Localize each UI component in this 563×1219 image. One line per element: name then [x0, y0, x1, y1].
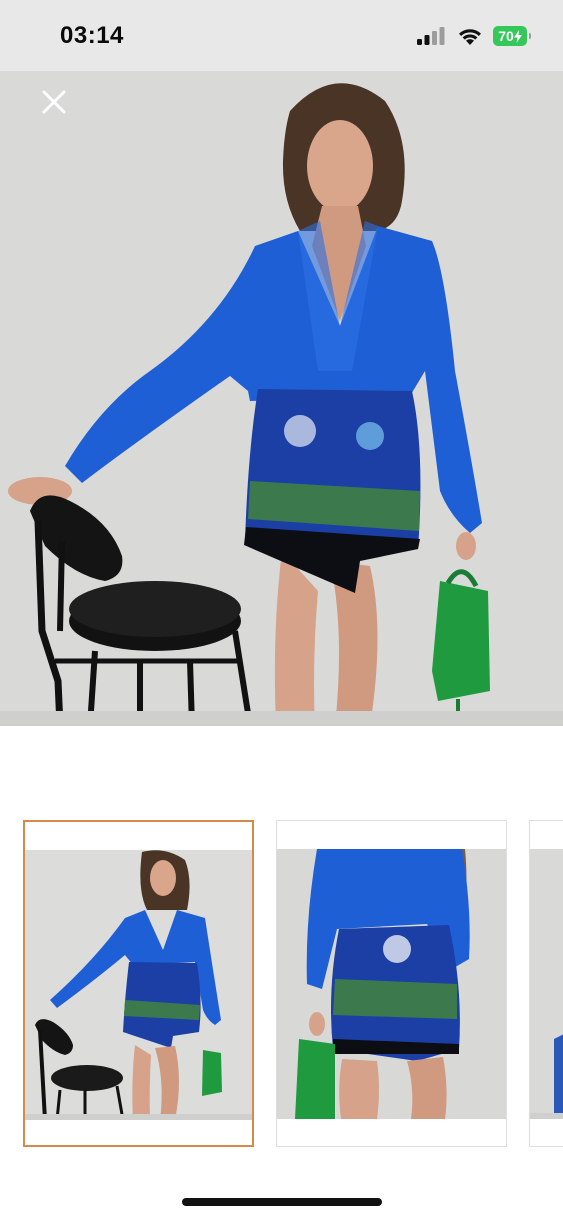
charging-bolt-icon: [513, 29, 522, 43]
thumbnail-2[interactable]: [276, 820, 507, 1147]
thumbnail-1-selected[interactable]: [23, 820, 254, 1147]
cellular-signal-icon: [417, 27, 445, 45]
close-icon[interactable]: [38, 86, 70, 118]
thumbnail-3[interactable]: [529, 820, 563, 1147]
main-product-image[interactable]: [0, 71, 563, 726]
wifi-icon: [459, 28, 481, 45]
battery-nub: [529, 33, 531, 39]
home-indicator[interactable]: [182, 1198, 382, 1206]
status-time: 03:14: [60, 22, 124, 49]
battery-icon: 70: [493, 26, 531, 46]
status-icons: 70: [417, 26, 531, 46]
battery-level: 70: [498, 28, 514, 44]
status-bar: 03:14 70: [0, 0, 563, 71]
